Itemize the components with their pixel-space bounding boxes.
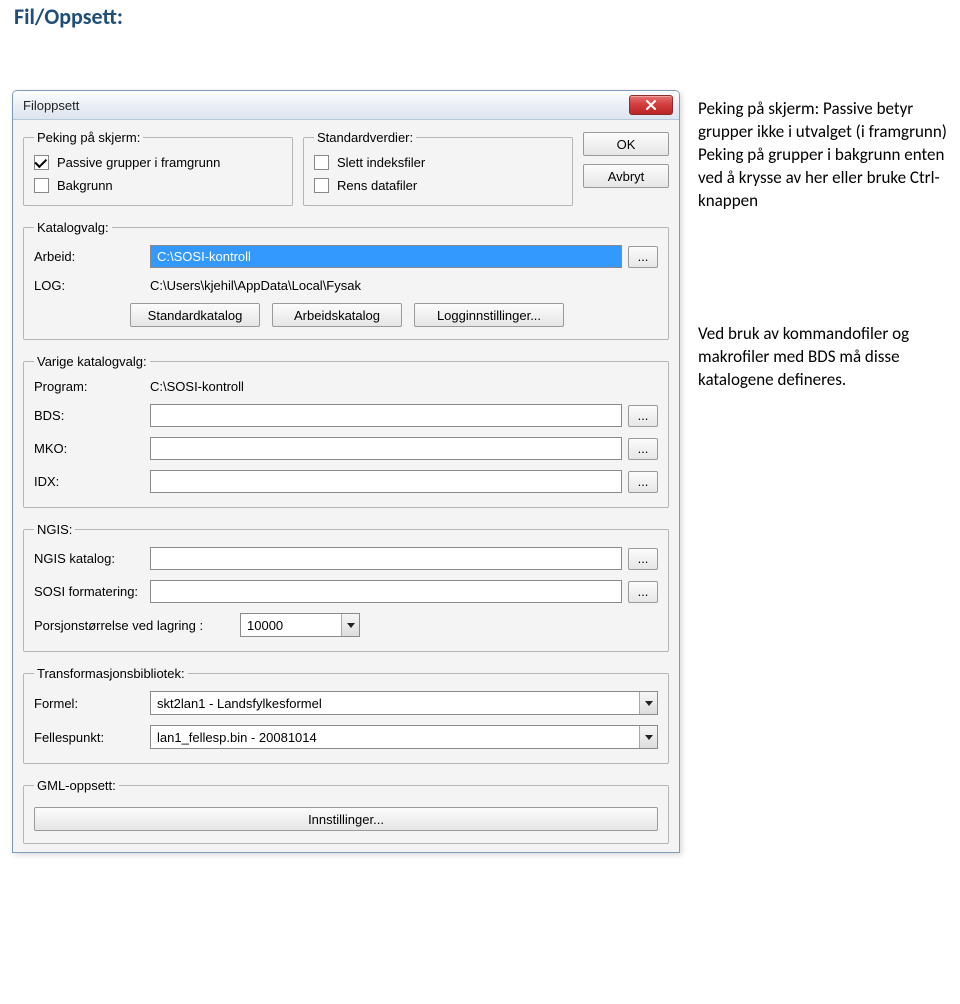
katalogvalg-legend: Katalogvalg: [34, 220, 112, 235]
filoppsett-dialog: Filoppsett Peking på skjerm: Passive gru… [12, 90, 680, 853]
chevron-down-icon [639, 692, 657, 714]
arbeid-browse-button[interactable]: ... [628, 246, 658, 268]
formel-dropdown[interactable]: skt2lan1 - Landsfylkesformel [150, 691, 658, 715]
program-label: Program: [34, 379, 144, 394]
ngis-katalog-browse-button[interactable]: ... [628, 548, 658, 570]
porsjon-value: 10000 [241, 618, 341, 633]
trans-group: Transformasjonsbibliotek: Formel: skt2la… [23, 666, 669, 764]
varige-group: Varige katalogvalg: Program: C:\SOSI-kon… [23, 354, 669, 508]
slett-checkbox[interactable] [314, 155, 329, 170]
log-label: LOG: [34, 278, 144, 293]
mko-browse-button[interactable]: ... [628, 438, 658, 460]
porsjon-label: Porsjonstørrelse ved lagring : [34, 618, 234, 633]
cancel-button[interactable]: Avbryt [583, 164, 669, 188]
sosi-format-input[interactable] [150, 580, 622, 603]
bds-label: BDS: [34, 408, 144, 423]
standardkatalog-button[interactable]: Standardkatalog [130, 303, 260, 327]
log-path: C:\Users\kjehil\AppData\Local\Fysak [150, 278, 361, 293]
ngis-katalog-label: NGIS katalog: [34, 551, 144, 566]
side-notes: Peking på skjerm: Passive betyr grupper … [698, 90, 948, 392]
peking-legend: Peking på skjerm: [34, 130, 143, 145]
idx-label: IDX: [34, 474, 144, 489]
page-title: Fil/Oppsett: [0, 0, 960, 32]
rens-label: Rens datafiler [337, 178, 417, 193]
passive-label: Passive grupper i framgrunn [57, 155, 220, 170]
felles-dropdown[interactable]: lan1_fellesp.bin - 20081014 [150, 725, 658, 749]
ngis-katalog-input[interactable] [150, 547, 622, 570]
logginnstillinger-button[interactable]: Logginnstillinger... [414, 303, 564, 327]
trans-legend: Transformasjonsbibliotek: [34, 666, 188, 681]
gml-group: GML-oppsett: Innstillinger... [23, 778, 669, 844]
felles-value: lan1_fellesp.bin - 20081014 [151, 730, 639, 745]
sosi-format-label: SOSI formatering: [34, 584, 144, 599]
chevron-down-icon [639, 726, 657, 748]
formel-value: skt2lan1 - Landsfylkesformel [151, 696, 639, 711]
mko-input[interactable] [150, 437, 622, 460]
bakgrunn-checkbox[interactable] [34, 178, 49, 193]
bds-input[interactable] [150, 404, 622, 427]
titlebar: Filoppsett [13, 91, 679, 120]
porsjon-dropdown[interactable]: 10000 [240, 613, 360, 637]
arbeidskatalog-button[interactable]: Arbeidskatalog [272, 303, 402, 327]
varige-legend: Varige katalogvalg: [34, 354, 150, 369]
formel-label: Formel: [34, 696, 144, 711]
idx-browse-button[interactable]: ... [628, 471, 658, 493]
note-peking: Peking på skjerm: Passive betyr grupper … [698, 98, 948, 213]
slett-label: Slett indeksfiler [337, 155, 425, 170]
chevron-down-icon [341, 614, 359, 636]
program-path: C:\SOSI-kontroll [150, 379, 244, 394]
passive-checkbox[interactable] [34, 155, 49, 170]
ok-button[interactable]: OK [583, 132, 669, 156]
note-kommandofiler: Ved bruk av kommandofiler og makrofiler … [698, 323, 948, 392]
window-title: Filoppsett [23, 98, 79, 113]
katalogvalg-group: Katalogvalg: Arbeid: ... LOG: C:\Users\k… [23, 220, 669, 340]
sosi-format-browse-button[interactable]: ... [628, 581, 658, 603]
close-icon [645, 99, 657, 111]
bakgrunn-label: Bakgrunn [57, 178, 113, 193]
close-button[interactable] [629, 95, 673, 115]
peking-group: Peking på skjerm: Passive grupper i fram… [23, 130, 293, 206]
ngis-group: NGIS: NGIS katalog: ... SOSI formatering… [23, 522, 669, 652]
ngis-legend: NGIS: [34, 522, 75, 537]
standard-legend: Standardverdier: [314, 130, 416, 145]
felles-label: Fellespunkt: [34, 730, 144, 745]
rens-checkbox[interactable] [314, 178, 329, 193]
gml-innstillinger-button[interactable]: Innstillinger... [34, 807, 658, 831]
idx-input[interactable] [150, 470, 622, 493]
arbeid-label: Arbeid: [34, 249, 144, 264]
standard-group: Standardverdier: Slett indeksfiler Rens … [303, 130, 573, 206]
arbeid-input[interactable] [150, 245, 622, 268]
mko-label: MKO: [34, 441, 144, 456]
gml-legend: GML-oppsett: [34, 778, 119, 793]
bds-browse-button[interactable]: ... [628, 405, 658, 427]
